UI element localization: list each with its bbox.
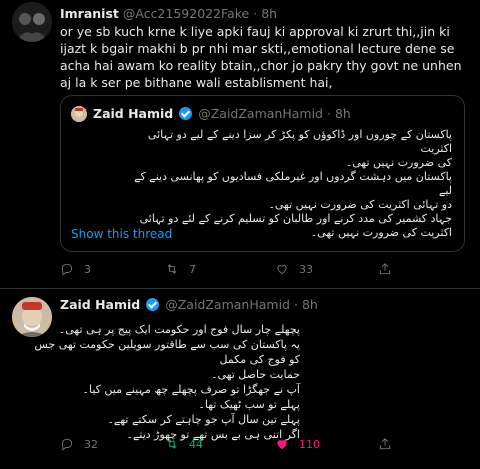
tweet-actions: 32 44 110 <box>60 437 392 457</box>
share-button[interactable] <box>378 262 392 276</box>
retweet-button[interactable]: 44 <box>165 437 203 451</box>
tweet-line: پہلے تین سال آپ جو چاہتے کر سکتے تھے۔ <box>107 413 300 426</box>
quoted-line: پاکستان میں دہشت گردوں اور غیرملکی فسادی… <box>134 170 452 197</box>
tweet-text: پچھلے چار سال فوج اور حکومت ایک پیج پر ہ… <box>20 322 300 442</box>
reply-icon <box>61 263 73 276</box>
quoted-line: دو تہائی اکثریت کی ضرورت نہیں تھی۔ <box>268 198 452 211</box>
tweet-line: یہ پاکستان کی سب سے طاقتور سویلین حکومت … <box>34 338 300 366</box>
quoted-avatar <box>71 106 87 122</box>
share-button[interactable] <box>378 437 392 451</box>
verified-badge-icon <box>179 107 193 120</box>
handle[interactable]: @Acc21592022Fake <box>123 6 249 21</box>
quoted-tweet[interactable]: Zaid Hamid @ZaidZamanHamid · 8h پاکستان … <box>60 95 465 252</box>
tweet-header: Zaid Hamid @ZaidZamanHamid · 8h <box>60 297 318 313</box>
reply-button[interactable]: 3 <box>60 262 91 276</box>
like-button[interactable]: 33 <box>275 262 313 276</box>
quoted-header: Zaid Hamid @ZaidZamanHamid · 8h <box>93 106 351 122</box>
tweet-line: آپ نے جھگڑا تو صرف پچھلے چھ مہینے میں کی… <box>82 383 300 396</box>
separator: · <box>253 6 258 21</box>
quoted-timestamp: 8h <box>334 106 351 121</box>
reply-button[interactable]: 32 <box>60 437 98 451</box>
tweet-line: حمایت حاصل تھی۔ <box>211 368 300 381</box>
share-icon <box>379 438 391 450</box>
separator: · <box>293 297 298 312</box>
like-icon <box>277 265 287 275</box>
retweet-button[interactable]: 7 <box>165 262 196 276</box>
tweet-zaid-hamid[interactable]: Zaid Hamid @ZaidZamanHamid · 8h پچھلے چا… <box>0 288 480 469</box>
handle[interactable]: @ZaidZamanHamid <box>165 297 290 312</box>
quoted-line: کی ضرورت نہیں تھی۔ <box>345 156 452 169</box>
like-button[interactable]: 110 <box>275 437 320 451</box>
tweet-text: or ye sb kuch krne k liye apki fauj ki a… <box>60 24 462 90</box>
like-icon <box>277 440 287 450</box>
show-thread-link[interactable]: Show this thread <box>71 227 172 241</box>
timestamp[interactable]: 8h <box>261 6 277 21</box>
verified-badge-icon <box>146 298 160 311</box>
like-count: 110 <box>299 437 320 451</box>
reply-count: 3 <box>84 262 91 276</box>
display-name[interactable]: Imranist <box>60 6 119 21</box>
quoted-display-name: Zaid Hamid <box>93 106 174 121</box>
share-icon <box>379 263 391 275</box>
retweet-count: 44 <box>189 437 203 451</box>
tweet-line: پہلے تو سب ٹھیک تھا۔ <box>198 398 300 411</box>
tweet-actions: 3 7 33 <box>60 262 392 282</box>
quoted-text: پاکستان کے چوروں اور ڈاکوؤں کو پکڑ کر سز… <box>122 128 452 240</box>
avatar-imranist[interactable] <box>12 2 52 42</box>
reply-count: 32 <box>84 437 98 451</box>
display-name[interactable]: Zaid Hamid <box>60 297 140 312</box>
quoted-handle: @ZaidZamanHamid <box>198 106 323 121</box>
retweet-count: 7 <box>189 262 196 276</box>
retweet-icon <box>167 439 177 449</box>
retweet-icon <box>167 264 177 274</box>
quoted-separator: · <box>326 106 331 121</box>
tweet-line: پچھلے چار سال فوج اور حکومت ایک پیج پر ہ… <box>58 323 300 336</box>
tweet-imranist[interactable]: Imranist @Acc21592022Fake · 8h or ye sb … <box>0 0 480 288</box>
like-count: 33 <box>299 262 313 276</box>
tweet-header: Imranist @Acc21592022Fake · 8h <box>60 6 277 22</box>
reply-icon <box>61 438 73 451</box>
timestamp[interactable]: 8h <box>302 297 318 312</box>
quoted-line: پاکستان کے چوروں اور ڈاکوؤں کو پکڑ کر سز… <box>147 128 452 155</box>
quoted-line: جہاد کشمیر کی مدد کرنے اور طالبان کو تسل… <box>139 212 452 225</box>
